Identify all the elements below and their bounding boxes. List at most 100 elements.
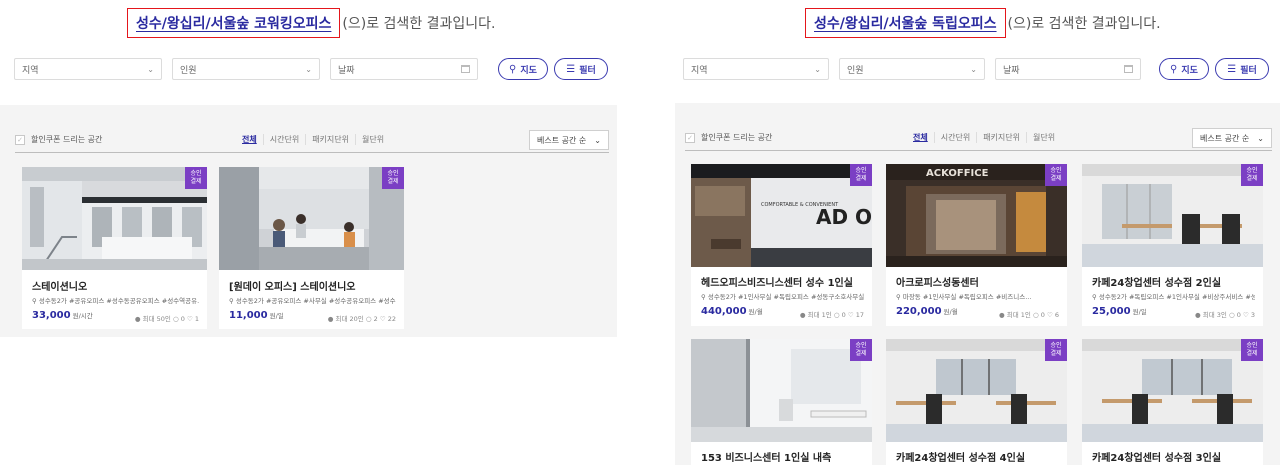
- search-keyword[interactable]: 성수/왕십리/서울숲 독립오피스: [805, 8, 1006, 38]
- approval-payment-badge: 승인 결제: [1045, 164, 1067, 186]
- space-card[interactable]: ACKOFFICE 승인 결제 아크로피스성동센터 ⚲ 마장동 #1인사무실 #…: [886, 164, 1067, 326]
- location-pin-icon: ⚲: [701, 293, 706, 301]
- space-tags: ⚲ 성수동2가 #독립오피스 #1인사무실 #비상주서비스 #성...: [1092, 291, 1255, 301]
- like-count: 17: [855, 311, 864, 319]
- space-card[interactable]: COMFORTABLE & CONVENIENT AD OFF 승인 결제 헤드…: [691, 164, 872, 326]
- space-title[interactable]: 카페24창업센터 성수점 2인실: [1092, 274, 1221, 289]
- space-meta: ● 최대 3인 ○ 0 ♡ 3: [1195, 309, 1255, 319]
- sort-select[interactable]: 베스트 공간 순 ⌄: [1192, 128, 1272, 148]
- space-title[interactable]: 카페24창업센터 성수점 3인실: [1092, 449, 1221, 464]
- chevron-down-icon: ⌄: [1257, 133, 1264, 143]
- space-meta: ● 최대 20인 ○ 2 ♡ 22: [328, 313, 396, 323]
- region-select[interactable]: 지역 ⌄: [14, 58, 162, 80]
- badge-line: 승인: [855, 342, 867, 349]
- space-card[interactable]: 승인 결제 카페24창업센터 성수점 3인실: [1082, 339, 1263, 465]
- person-icon: ●: [999, 311, 1005, 319]
- space-card[interactable]: 승인 결제 카페24창업센터 성수점 4인실: [886, 339, 1067, 465]
- space-title[interactable]: 아크로피스성동센터: [896, 274, 979, 289]
- tab-package[interactable]: 패키지단위: [976, 132, 1026, 143]
- space-card[interactable]: 승인 결제 스테이션니오 ⚲ 성수동2가 #공유오피스 #성수동공유오피스 #성…: [22, 167, 207, 329]
- review-count: 0: [1040, 311, 1045, 319]
- heart-icon: ♡: [186, 315, 193, 323]
- heart-icon: ♡: [847, 311, 854, 319]
- page-root: 성수/왕십리/서울숲 코워킹오피스 (으)로 검색한 결과입니다. 지역 ⌄ 인…: [0, 0, 1280, 465]
- map-button[interactable]: ⚲ 지도: [1159, 58, 1209, 80]
- checkbox-icon: ✓: [685, 132, 695, 143]
- date-input[interactable]: 날짜: [995, 58, 1141, 80]
- date-input[interactable]: 날짜: [330, 58, 478, 80]
- search-result-heading: 성수/왕십리/서울숲 독립오피스 (으)로 검색한 결과입니다.: [805, 8, 1161, 38]
- tab-monthly[interactable]: 월단위: [1026, 132, 1061, 143]
- space-title[interactable]: 153 비즈니스센터 1인실 내측: [701, 449, 831, 464]
- space-tags: ⚲ 성수동2가 #공유오피스 #사무실 #성수공유오피스 #성수...: [229, 295, 396, 305]
- tab-monthly[interactable]: 월단위: [355, 134, 390, 145]
- badge-line: 승인: [190, 170, 202, 177]
- review-count: 2: [373, 315, 378, 323]
- chevron-down-icon: ⌄: [594, 135, 601, 145]
- results-toolbar: ✓ 할인쿠폰 드리는 공간 전체 시간단위 패키지단위 월단위 베스트 공간 순…: [685, 125, 1272, 151]
- filter-button[interactable]: ☰ 필터: [1215, 58, 1269, 80]
- map-button-label: 지도: [520, 65, 537, 76]
- space-tags: ⚲ 마장동 #1인사무실 #독립오피스 #비즈니스...: [896, 291, 1059, 301]
- space-card[interactable]: 승인 결제 [원데이 오피스] 스테이션니오 ⚲ 성수동2가 #공유오피스 #사…: [219, 167, 404, 329]
- filter-button[interactable]: ☰ 필터: [554, 58, 608, 80]
- results-area: ✓ 할인쿠폰 드리는 공간 전체 시간단위 패키지단위 월단위 베스트 공간 순…: [0, 105, 617, 337]
- badge-line: 승인: [387, 170, 399, 177]
- search-result-heading: 성수/왕십리/서울숲 코워킹오피스 (으)로 검색한 결과입니다.: [127, 8, 496, 38]
- price-value: 33,000: [32, 310, 71, 321]
- space-photo: [886, 339, 1067, 442]
- tab-hourly[interactable]: 시간단위: [262, 134, 305, 145]
- badge-line: 결제: [1050, 350, 1062, 357]
- tab-package[interactable]: 패키지단위: [305, 134, 355, 145]
- space-title[interactable]: 헤드오피스비즈니스센터 성수 1인실: [701, 274, 853, 289]
- badge-line: 승인: [1050, 167, 1062, 174]
- coupon-checkbox[interactable]: ✓ 할인쿠폰 드리는 공간: [15, 134, 102, 145]
- sort-select[interactable]: 베스트 공간 순 ⌄: [529, 130, 609, 150]
- office-sign-text: ACKOFFICE: [926, 168, 989, 179]
- region-select[interactable]: 지역 ⌄: [683, 58, 829, 80]
- space-hashtags: #독립오피스 #1인사무실 #비상주서비스 #성...: [1128, 293, 1255, 301]
- search-keyword[interactable]: 성수/왕십리/서울숲 코워킹오피스: [127, 8, 341, 38]
- space-price: 11,000 원/일: [229, 310, 284, 321]
- space-title[interactable]: 스테이션니오: [32, 278, 87, 293]
- badge-line: 승인: [1246, 342, 1258, 349]
- badge-line: 결제: [1246, 350, 1258, 357]
- coupon-checkbox-label: 할인쿠폰 드리는 공간: [701, 133, 773, 142]
- map-button-label: 지도: [1181, 65, 1198, 76]
- people-select[interactable]: 인원 ⌄: [172, 58, 320, 80]
- capacity-text: 최대 50인: [142, 315, 171, 323]
- space-tags: ⚲ 성수동2가 #1인사무실 #독립오피스 #성동구소호사무실...: [701, 291, 864, 301]
- space-title[interactable]: [원데이 오피스] 스테이션니오: [229, 278, 356, 293]
- space-card[interactable]: 승인 결제 카페24창업센터 성수점 2인실 ⚲ 성수동2가 #독립오피스 #1…: [1082, 164, 1263, 326]
- space-price: 33,000 원/시간: [32, 310, 93, 321]
- capacity-text: 최대 20인: [335, 315, 364, 323]
- price-unit: 원/일: [1132, 308, 1147, 316]
- map-button[interactable]: ⚲ 지도: [498, 58, 548, 80]
- coupon-checkbox[interactable]: ✓ 할인쿠폰 드리는 공간: [685, 132, 772, 143]
- like-count: 3: [1250, 311, 1255, 319]
- price-value: 25,000: [1092, 306, 1131, 317]
- tab-hourly[interactable]: 시간단위: [933, 132, 976, 143]
- sort-select-label: 베스트 공간 순: [537, 135, 587, 145]
- space-hashtags: #1인사무실 #독립오피스 #비즈니스...: [922, 293, 1032, 301]
- price-value: 440,000: [701, 306, 747, 317]
- people-select-label: 인원: [847, 65, 864, 76]
- coworking-search-panel: 성수/왕십리/서울숲 코워킹오피스 (으)로 검색한 결과입니다. 지역 ⌄ 인…: [0, 0, 617, 465]
- badge-line: 결제: [855, 175, 867, 182]
- price-unit: 원/월: [943, 308, 958, 316]
- coupon-checkbox-label: 할인쿠폰 드리는 공간: [31, 135, 103, 144]
- space-hashtags: #공유오피스 #사무실 #성수공유오피스 #성수...: [265, 297, 396, 305]
- tab-all[interactable]: 전체: [236, 134, 263, 145]
- svg-text:AD OFF: AD OFF: [816, 205, 872, 229]
- people-select[interactable]: 인원 ⌄: [839, 58, 985, 80]
- review-count: 0: [1236, 311, 1241, 319]
- tab-all[interactable]: 전체: [907, 132, 934, 143]
- space-card[interactable]: 승인 결제 153 비즈니스센터 1인실 내측: [691, 339, 872, 465]
- review-count: 0: [841, 311, 846, 319]
- like-count: 22: [387, 315, 396, 323]
- space-title[interactable]: 카페24창업센터 성수점 4인실: [896, 449, 1025, 464]
- space-tags: ⚲ 성수동2가 #공유오피스 #성수동공유오피스 #성수역공유...: [32, 295, 199, 305]
- space-location: 성수동2가: [1098, 293, 1127, 301]
- person-icon: ●: [327, 315, 334, 323]
- approval-payment-badge: 승인 결제: [850, 164, 872, 186]
